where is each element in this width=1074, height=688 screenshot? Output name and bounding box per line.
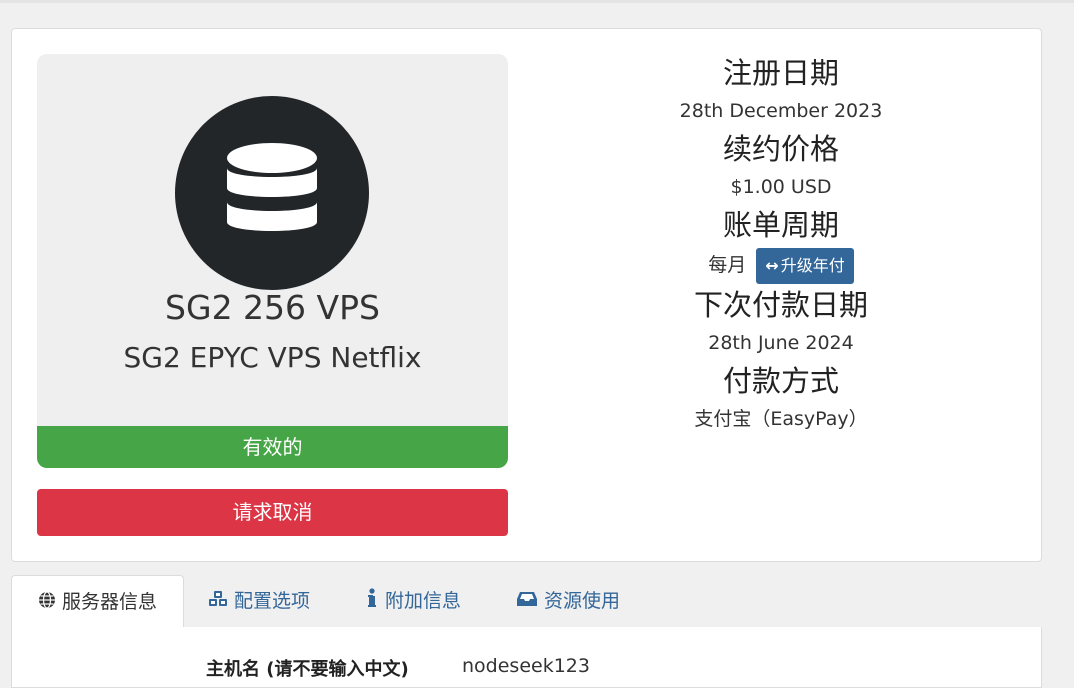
product-name: SG2 256 VPS <box>165 288 380 327</box>
payment-method-label: 付款方式 <box>722 364 839 398</box>
billing-cycle: 每月 <box>708 254 747 276</box>
next-due-date-label: 下次付款日期 <box>693 288 868 322</box>
request-cancellation-button[interactable]: 请求取消 <box>37 489 508 536</box>
tab-addon-info[interactable]: 附加信息 <box>365 575 461 627</box>
next-due-date: 28th June 2024 <box>708 332 854 354</box>
tab-resource-usage[interactable]: 资源使用 <box>516 575 620 627</box>
registration-date-label: 注册日期 <box>722 56 839 90</box>
tab-label: 配置选项 <box>234 590 311 612</box>
server-info-panel: 主机名 (请不要输入中文) nodeseek123 <box>11 627 1042 688</box>
tab-server-info[interactable]: 服务器信息 <box>11 575 184 629</box>
arrows-h-icon: ↔ <box>765 255 779 275</box>
billing-cycle-label: 账单周期 <box>722 208 839 242</box>
product-overview-card: SG2 256 VPS SG2 EPYC VPS Netflix 有效的 请求取… <box>11 28 1042 562</box>
top-divider <box>0 0 1074 3</box>
hostname-value: nodeseek123 <box>462 655 590 677</box>
database-icon <box>175 96 369 290</box>
product-group: SG2 EPYC VPS Netflix <box>123 341 422 374</box>
tab-label: 服务器信息 <box>61 591 157 613</box>
cubes-icon <box>208 576 228 628</box>
service-tabs: 服务器信息 配置选项 附加信息 资源使用 <box>11 575 1042 629</box>
renewal-price: $1.00 USD <box>730 176 832 198</box>
info-icon <box>365 576 379 628</box>
registration-date: 28th December 2023 <box>679 100 883 122</box>
billing-details: 注册日期 28th December 2023 续约价格 $1.00 USD 账… <box>581 53 981 437</box>
upgrade-label: 升级年付 <box>780 255 845 275</box>
tab-config-options[interactable]: 配置选项 <box>208 575 310 627</box>
product-summary: SG2 256 VPS SG2 EPYC VPS Netflix 有效的 <box>37 54 508 468</box>
inbox-icon <box>516 576 538 628</box>
billing-cycle-row: 每月 ↔ 升级年付 <box>581 245 981 285</box>
upgrade-annual-button[interactable]: ↔ 升级年付 <box>756 247 854 284</box>
renewal-price-label: 续约价格 <box>722 132 839 166</box>
status-badge: 有效的 <box>37 426 508 468</box>
tab-label: 资源使用 <box>544 590 621 612</box>
hostname-label: 主机名 (请不要输入中文) <box>206 659 409 680</box>
payment-method: 支付宝（EasyPay） <box>694 408 868 430</box>
globe-icon <box>38 577 56 629</box>
tab-label: 附加信息 <box>385 590 462 612</box>
